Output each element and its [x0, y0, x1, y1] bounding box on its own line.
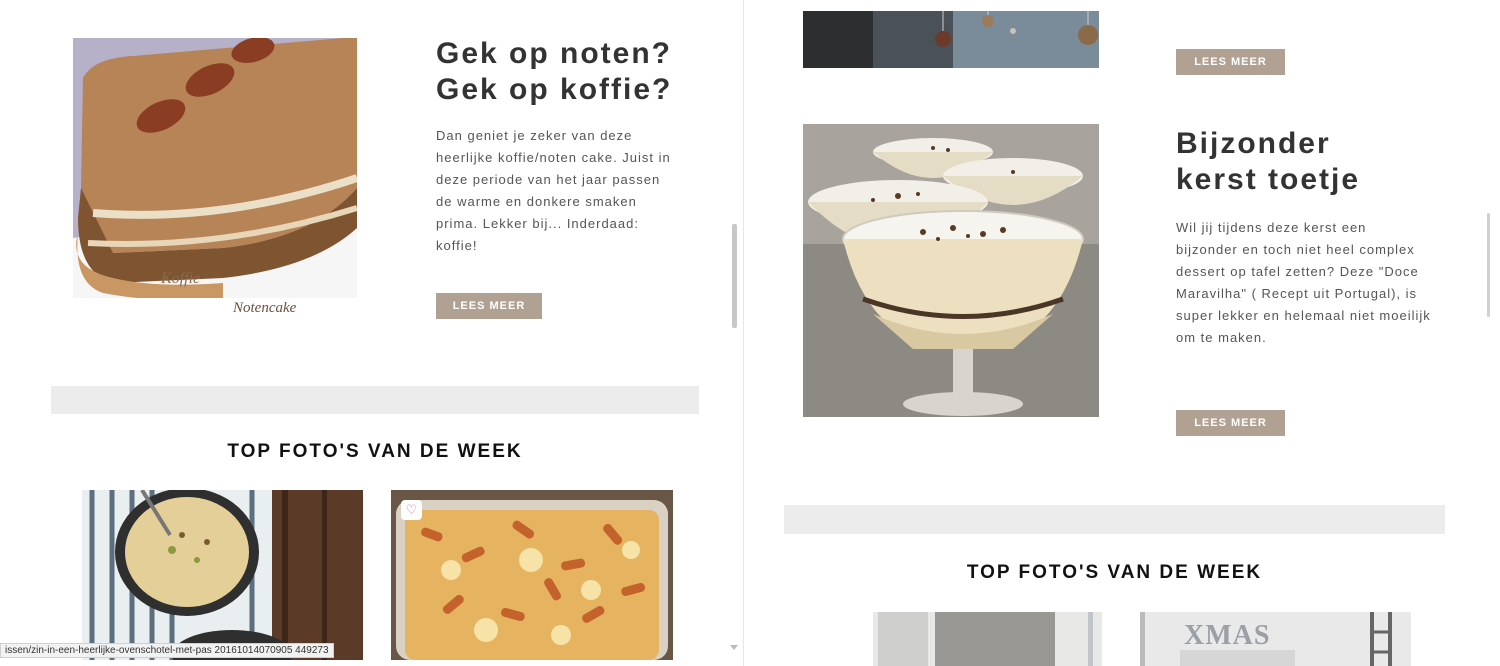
- image-caption-bottom: Notencake: [233, 300, 297, 316]
- xmas-sign: XMAS: [1184, 620, 1271, 651]
- kerst-title-line-2: kerst toetje: [1176, 163, 1361, 196]
- kerst-title-line-1: Bijzonder: [1176, 127, 1331, 160]
- section-divider-band: [51, 386, 699, 414]
- top-photo-interior[interactable]: [873, 612, 1102, 666]
- page: Koffie Notencake Gek op noten? Gek op ko…: [0, 0, 1500, 666]
- kerst-article-excerpt: Wil jij tijdens deze kerst een bijzonder…: [1176, 220, 1431, 345]
- christmas-ornaments-image[interactable]: [803, 11, 1099, 68]
- article-excerpt: Dan geniet je zeker van deze heerlijke k…: [436, 128, 671, 253]
- article-title-line-2: Gek op koffie?: [436, 73, 673, 106]
- left-scrollbar-thumb[interactable]: [732, 224, 737, 328]
- image-caption-top: Koffie: [161, 270, 201, 287]
- top-photo-soup[interactable]: [82, 490, 363, 660]
- section-divider-band-right: [784, 505, 1445, 534]
- panel-divider: [743, 0, 744, 666]
- top-photos-heading: TOP FOTO'S VAN DE WEEK: [227, 441, 523, 462]
- heart-icon[interactable]: ♡: [401, 500, 422, 520]
- top-photo-xmas[interactable]: XMAS: [1140, 612, 1411, 666]
- lees-meer-button[interactable]: LEES MEER: [436, 293, 542, 319]
- article-title[interactable]: Gek op noten? Gek op koffie?: [436, 36, 736, 108]
- article-title-kerst[interactable]: Bijzonder kerst toetje: [1176, 126, 1456, 198]
- status-bar-url: issen/zin-in-een-heerlijke-ovenschotel-m…: [0, 643, 334, 658]
- article-title-line-1: Gek op noten?: [436, 37, 672, 70]
- koffie-notencake-image[interactable]: Koffie Notencake: [73, 38, 357, 322]
- lees-meer-button-top[interactable]: LEES MEER: [1176, 49, 1285, 75]
- scroll-down-arrow-icon[interactable]: [730, 645, 738, 650]
- doce-maravilha-image[interactable]: [803, 124, 1099, 417]
- top-photos-heading-right: TOP FOTO'S VAN DE WEEK: [966, 562, 1263, 583]
- lees-meer-button-kerst[interactable]: LEES MEER: [1176, 410, 1285, 436]
- top-photo-ovenschotel[interactable]: [391, 490, 673, 660]
- right-scrollbar-thumb[interactable]: [1487, 213, 1490, 317]
